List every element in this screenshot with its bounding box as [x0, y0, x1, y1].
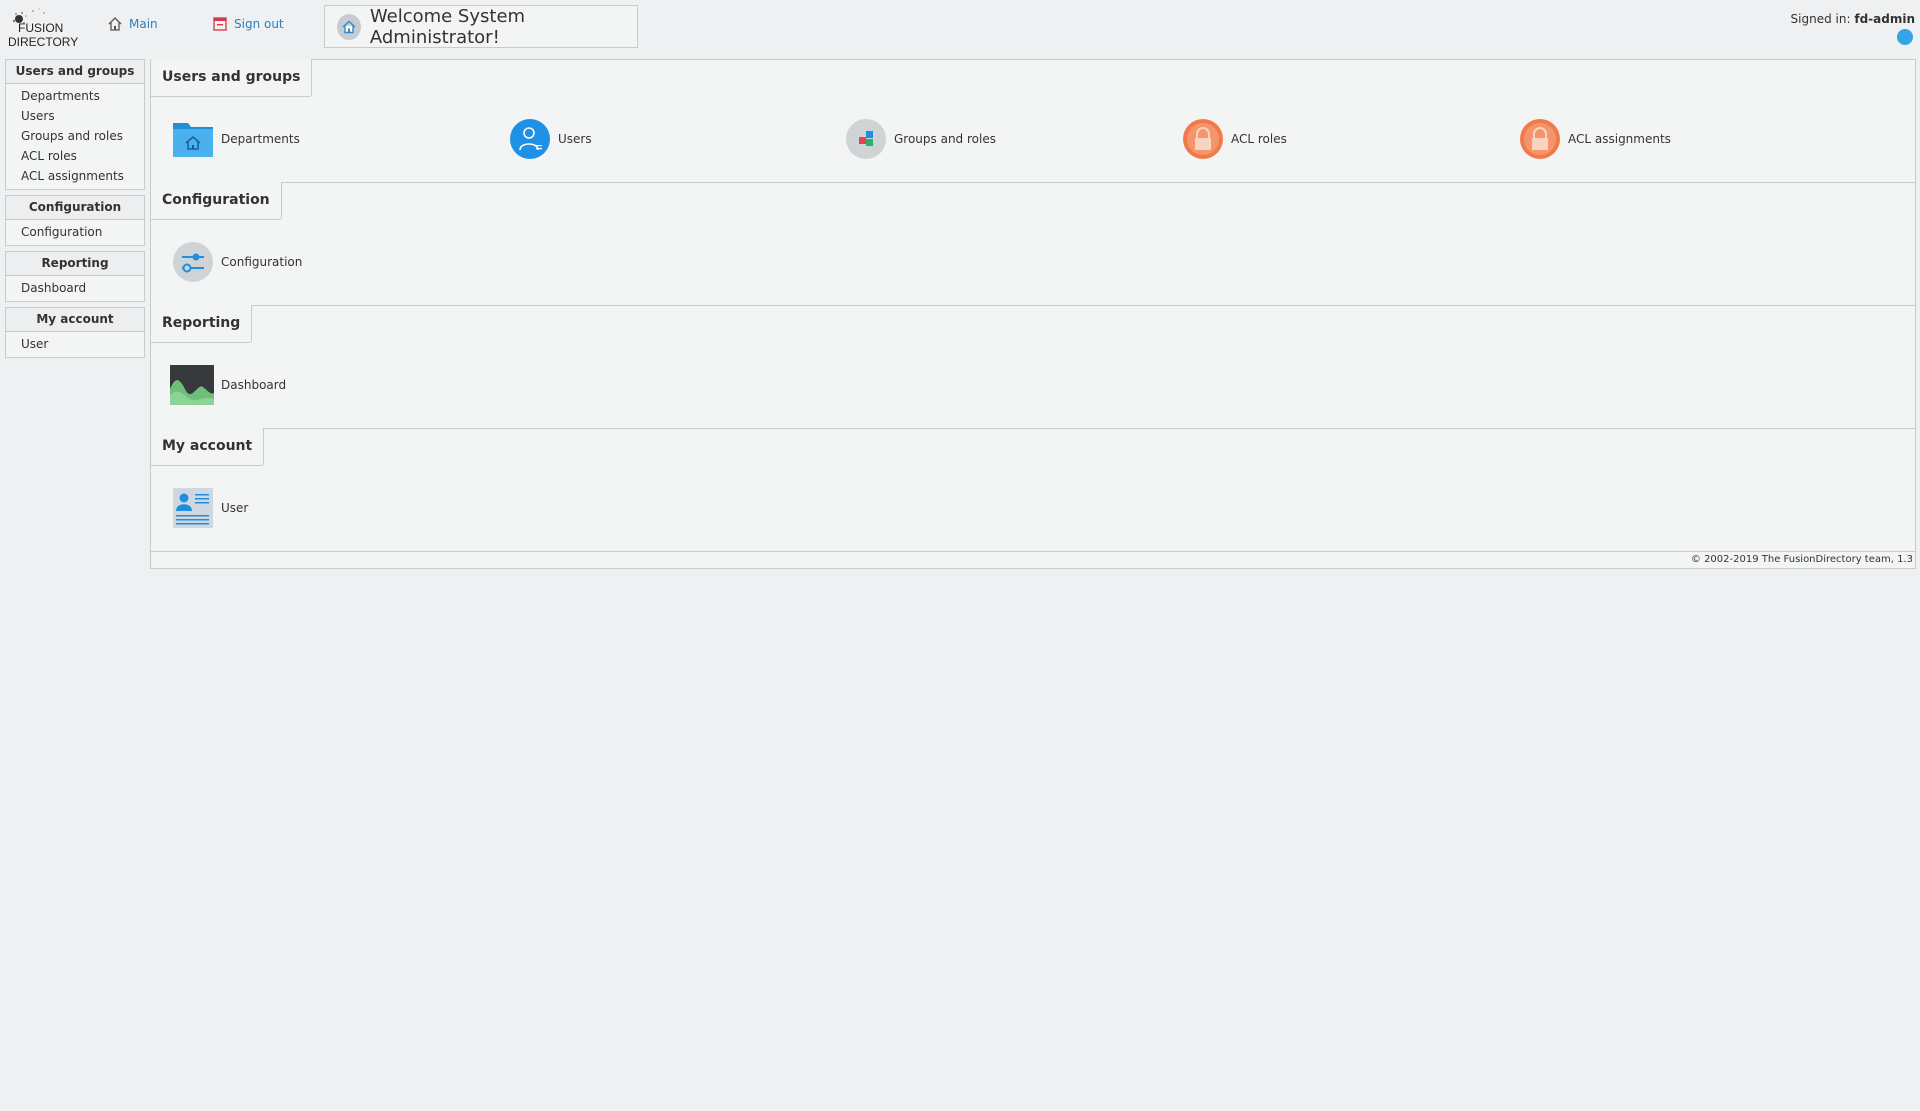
sidebar-item-dashboard[interactable]: Dashboard: [6, 278, 144, 298]
tile-users[interactable]: Users: [509, 118, 592, 160]
signout-icon: [213, 17, 227, 31]
tile-label: Users: [558, 132, 592, 146]
sidebar-item-configuration[interactable]: Configuration: [6, 222, 144, 242]
user-icon: [509, 118, 551, 160]
lock-icon: [1519, 118, 1561, 160]
sidebar-group-users-and-groups: Users and groups Departments Users Group…: [5, 59, 145, 190]
main-link-label: Main: [129, 17, 158, 31]
sidebar-group-reporting: Reporting Dashboard: [5, 251, 145, 302]
sidebar-item-users[interactable]: Users: [6, 106, 144, 126]
sidebar-group-title: Reporting: [6, 252, 144, 276]
tile-label: ACL roles: [1231, 132, 1287, 146]
header: FUSION DIRECTORY Main Sign out Welcome S…: [0, 0, 1920, 58]
signed-in-label: Signed in:: [1790, 12, 1851, 26]
main-link[interactable]: Main: [107, 16, 158, 32]
footer-copyright: © 2002-2019 The FusionDirectory team, 1.…: [1690, 554, 1913, 565]
id-card-icon: [172, 487, 214, 529]
tile-user[interactable]: User: [172, 487, 248, 529]
section-title: Configuration: [150, 182, 282, 220]
sidebar: Users and groups Departments Users Group…: [5, 59, 145, 363]
home-circle-icon: [337, 13, 361, 40]
sidebar-item-user[interactable]: User: [6, 334, 144, 354]
chart-area-icon: [170, 364, 214, 406]
tile-departments[interactable]: Departments: [172, 118, 300, 160]
fusiondirectory-logo[interactable]: FUSION DIRECTORY: [7, 5, 79, 51]
section-reporting: Reporting Dashboard: [150, 305, 1915, 429]
sidebar-group-title: Configuration: [6, 196, 144, 220]
sidebar-group-title: Users and groups: [6, 60, 144, 84]
tile-configuration[interactable]: Configuration: [172, 241, 302, 283]
tile-label: Configuration: [221, 255, 303, 269]
tile-label: Dashboard: [221, 378, 287, 392]
tile-label: User: [221, 501, 249, 515]
section-my-account: My account User: [150, 428, 1915, 552]
tile-dashboard[interactable]: Dashboard: [170, 364, 286, 406]
section-users-and-groups: Users and groups Departments Users Group…: [150, 59, 1915, 183]
folder-home-icon: [172, 118, 214, 160]
sidebar-group-configuration: Configuration Configuration: [5, 195, 145, 246]
signout-link[interactable]: Sign out: [212, 16, 284, 32]
sidebar-group-title: My account: [6, 308, 144, 332]
app-root: FUSION DIRECTORY Main Sign out Welcome S…: [0, 0, 1920, 1111]
sidebar-item-acl-assignments[interactable]: ACL assignments: [6, 166, 144, 186]
main-panel: Users and groups Departments Users Group…: [150, 59, 1916, 569]
section-title: Users and groups: [150, 59, 313, 97]
logo-text-fusion: FUSION: [18, 21, 64, 35]
sidebar-item-acl-roles[interactable]: ACL roles: [6, 146, 144, 166]
sidebar-item-departments[interactable]: Departments: [6, 86, 144, 106]
sliders-icon: [172, 241, 214, 283]
sidebar-item-groups-and-roles[interactable]: Groups and roles: [6, 126, 144, 146]
tile-label: Departments: [221, 132, 300, 146]
section-title: Reporting: [150, 305, 253, 343]
welcome-text: Welcome System Administrator!: [369, 5, 526, 48]
tile-label: ACL assignments: [1568, 132, 1671, 146]
signed-in-info: Signed in: fd-admin: [1791, 12, 1915, 26]
section-title: My account: [150, 428, 265, 466]
lock-icon: [1182, 118, 1224, 160]
signed-in-user[interactable]: fd-admin: [1854, 12, 1915, 26]
tile-groups-and-roles[interactable]: Groups and roles: [845, 118, 996, 160]
tile-label: Groups and roles: [894, 132, 996, 146]
sidebar-group-my-account: My account User: [5, 307, 145, 358]
section-configuration: Configuration Configuration: [150, 182, 1915, 306]
signout-link-label: Sign out: [234, 17, 284, 31]
logo-text-directory: DIRECTORY: [8, 35, 79, 49]
home-icon: [108, 17, 122, 31]
groups-icon: [845, 118, 887, 160]
welcome-banner: Welcome System Administrator!: [324, 5, 638, 48]
tile-acl-roles[interactable]: ACL roles: [1182, 118, 1287, 160]
tile-acl-assignments[interactable]: ACL assignments: [1519, 118, 1671, 160]
status-dot-icon[interactable]: [1897, 29, 1913, 45]
